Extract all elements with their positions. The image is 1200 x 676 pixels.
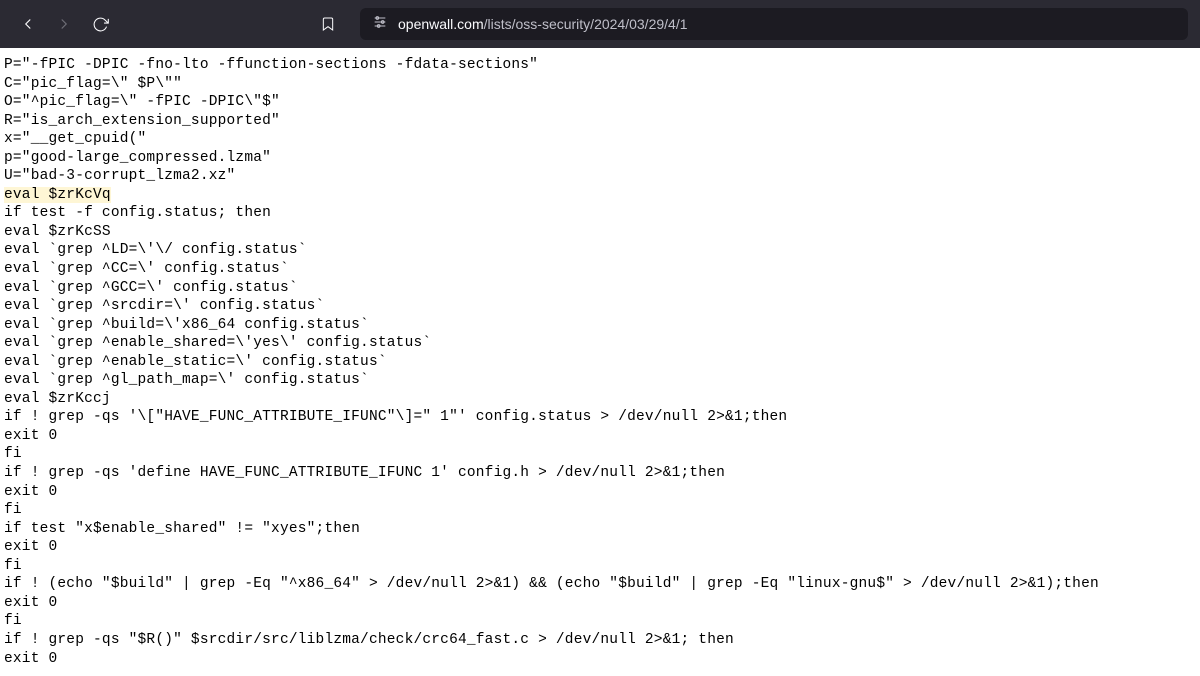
chevron-left-icon	[19, 15, 37, 33]
code-line: O="^pic_flag=\" -fPIC -DPIC\"$"	[4, 94, 280, 110]
code-line: if test "x$enable_shared" != "xyes";then	[4, 521, 360, 537]
code-line: exit 0	[4, 484, 57, 500]
url-path: /lists/oss-security/2024/03/29/4/1	[484, 16, 688, 32]
forward-button[interactable]	[48, 8, 80, 40]
code-line: U="bad-3-corrupt_lzma2.xz"	[4, 168, 235, 184]
bookmark-icon	[320, 16, 336, 32]
nav-buttons-group	[12, 8, 116, 40]
code-line: p="good-large_compressed.lzma"	[4, 150, 271, 166]
code-line: if ! grep -qs 'define HAVE_FUNC_ATTRIBUT…	[4, 465, 725, 481]
reload-icon	[92, 16, 109, 33]
code-line: eval `grep ^build=\'x86_64 config.status…	[4, 317, 369, 333]
bookmark-button[interactable]	[312, 8, 344, 40]
code-line: fi	[4, 502, 22, 518]
url-domain: openwall.com	[398, 16, 484, 32]
code-line: eval `grep ^enable_shared=\'yes\' config…	[4, 335, 431, 351]
url-bar[interactable]: openwall.com/lists/oss-security/2024/03/…	[360, 8, 1188, 40]
code-line: eval `grep ^gl_path_map=\' config.status…	[4, 372, 369, 388]
code-line: fi	[4, 613, 22, 629]
code-line-highlighted: eval $zrKcVq	[4, 187, 111, 203]
code-line: exit 0	[4, 539, 57, 555]
code-line: if ! grep -qs "$R()" $srcdir/src/liblzma…	[4, 632, 734, 648]
code-line: eval `grep ^srcdir=\' config.status`	[4, 298, 324, 314]
code-line: fi	[4, 558, 22, 574]
code-line: eval `grep ^GCC=\' config.status`	[4, 280, 298, 296]
code-line: x="__get_cpuid("	[4, 131, 146, 147]
code-line: if ! grep -qs '\["HAVE_FUNC_ATTRIBUTE_IF…	[4, 409, 787, 425]
code-line: eval $zrKcSS	[4, 224, 111, 240]
code-line: R="is_arch_extension_supported"	[4, 113, 280, 129]
code-line: eval `grep ^enable_static=\' config.stat…	[4, 354, 387, 370]
code-line: eval `grep ^LD=\'\/ config.status`	[4, 242, 307, 258]
site-settings-icon[interactable]	[372, 14, 388, 35]
url-text: openwall.com/lists/oss-security/2024/03/…	[398, 16, 688, 32]
code-line: fi	[4, 446, 22, 462]
code-line: if ! (echo "$build" | grep -Eq "^x86_64"…	[4, 576, 1099, 592]
code-line: exit 0	[4, 428, 57, 444]
code-content: P="-fPIC -DPIC -fno-lto -ffunction-secti…	[0, 48, 1200, 676]
code-line: eval $zrKccj	[4, 391, 111, 407]
code-line: exit 0	[4, 651, 57, 667]
code-line: C="pic_flag=\" $P\""	[4, 76, 182, 92]
reload-button[interactable]	[84, 8, 116, 40]
code-line: eval `grep ^CC=\' config.status`	[4, 261, 289, 277]
code-line: exit 0	[4, 595, 57, 611]
code-line: P="-fPIC -DPIC -fno-lto -ffunction-secti…	[4, 57, 538, 73]
chevron-right-icon	[55, 15, 73, 33]
code-line: if test -f config.status; then	[4, 205, 271, 221]
back-button[interactable]	[12, 8, 44, 40]
browser-toolbar: openwall.com/lists/oss-security/2024/03/…	[0, 0, 1200, 48]
